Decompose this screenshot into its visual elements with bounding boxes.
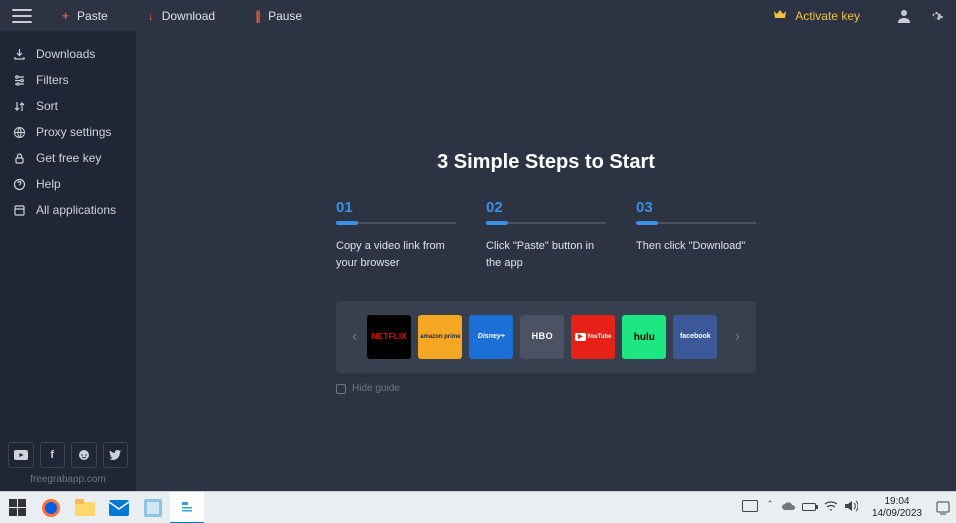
- twitter-link[interactable]: [103, 442, 129, 468]
- download-tray-icon: [10, 48, 28, 61]
- sidebar-label: All applications: [36, 203, 116, 217]
- apps-icon: [10, 204, 28, 217]
- clock-time: 19:04: [872, 496, 922, 508]
- sidebar-item-sort[interactable]: Sort: [0, 93, 136, 119]
- sidebar-item-proxy[interactable]: Proxy settings: [0, 119, 136, 145]
- download-button[interactable]: ↓ Download: [148, 9, 215, 23]
- pause-icon: ∥: [255, 9, 260, 23]
- tile-hulu[interactable]: hulu: [622, 315, 666, 359]
- tray-volume-icon[interactable]: [844, 500, 858, 515]
- taskbar-clock[interactable]: 19:04 14/09/2023: [864, 496, 930, 520]
- sidebar: Downloads Filters Sort Proxy settings Ge…: [0, 31, 136, 491]
- tile-youtube[interactable]: ▶YouTube: [571, 315, 615, 359]
- globe-icon: [10, 126, 28, 139]
- settings-icon[interactable]: [928, 8, 944, 24]
- start-button[interactable]: [0, 492, 34, 523]
- plus-icon: +: [62, 9, 69, 23]
- sliders-icon: [10, 74, 28, 87]
- taskbar-explorer[interactable]: [68, 492, 102, 523]
- taskbar-mail[interactable]: [102, 492, 136, 523]
- pause-button[interactable]: ∥ Pause: [255, 9, 302, 23]
- notifications-button[interactable]: [930, 492, 956, 523]
- tile-hbo[interactable]: HBO: [520, 315, 564, 359]
- pause-label: Pause: [268, 9, 302, 23]
- step-text: Copy a video link from your browser: [336, 238, 456, 271]
- reddit-link[interactable]: [71, 442, 97, 468]
- social-links: f: [0, 442, 136, 474]
- tray-chevron-up-icon[interactable]: ＾: [764, 499, 776, 516]
- main-content: 3 Simple Steps to Start 01 Copy a video …: [136, 31, 956, 491]
- taskbar-firefox[interactable]: [34, 492, 68, 523]
- paste-label: Paste: [77, 9, 108, 23]
- step-number: 03: [636, 199, 756, 216]
- tile-netflix[interactable]: NETFLIX: [367, 315, 411, 359]
- help-icon: [10, 178, 28, 191]
- system-tray: ＾: [736, 499, 864, 516]
- taskbar-notes[interactable]: [136, 492, 170, 523]
- sidebar-item-filters[interactable]: Filters: [0, 67, 136, 93]
- tray-keyboard-icon[interactable]: [742, 500, 758, 515]
- clock-date: 14/09/2023: [872, 508, 922, 520]
- sort-icon: [10, 100, 28, 113]
- step-number: 01: [336, 199, 456, 216]
- windows-taskbar: ＾ 19:04 14/09/2023: [0, 491, 956, 523]
- lock-icon: [10, 152, 28, 165]
- tile-facebook[interactable]: facebook: [673, 315, 717, 359]
- activate-label: Activate key: [795, 9, 860, 23]
- guide-title: 3 Simple Steps to Start: [336, 151, 756, 174]
- download-label: Download: [162, 9, 215, 23]
- sidebar-item-getkey[interactable]: Get free key: [0, 145, 136, 171]
- step-2: 02 Click "Paste" button in the app: [486, 199, 606, 271]
- tray-wifi-icon[interactable]: [824, 500, 838, 515]
- step-number: 02: [486, 199, 606, 216]
- sidebar-label: Help: [36, 177, 61, 191]
- crown-icon: [773, 8, 787, 23]
- carousel-next[interactable]: ›: [733, 328, 742, 346]
- activate-key-button[interactable]: Activate key: [773, 8, 860, 23]
- download-arrow-icon: ↓: [148, 9, 154, 23]
- sidebar-item-help[interactable]: Help: [0, 171, 136, 197]
- facebook-link[interactable]: f: [40, 442, 66, 468]
- sidebar-label: Get free key: [36, 151, 101, 165]
- footer-link[interactable]: freegrabapp.com: [0, 474, 136, 491]
- tray-battery-icon[interactable]: [802, 501, 818, 515]
- hide-guide-checkbox[interactable]: Hide guide: [336, 383, 756, 394]
- menu-toggle[interactable]: [12, 9, 32, 23]
- youtube-link[interactable]: [8, 442, 34, 468]
- tile-amazon[interactable]: amazon prime: [418, 315, 462, 359]
- sidebar-item-allapps[interactable]: All applications: [0, 197, 136, 223]
- sidebar-label: Filters: [36, 73, 69, 87]
- tile-disney[interactable]: Disney+: [469, 315, 513, 359]
- steps-row: 01 Copy a video link from your browser 0…: [336, 199, 756, 271]
- tray-onedrive-icon[interactable]: [782, 501, 796, 515]
- step-progress: [636, 222, 756, 224]
- carousel-prev[interactable]: ‹: [350, 328, 359, 346]
- taskbar-current-app[interactable]: [170, 492, 204, 523]
- step-progress: [336, 222, 456, 224]
- topbar: + Paste ↓ Download ∥ Pause Activate key: [0, 0, 956, 31]
- step-1: 01 Copy a video link from your browser: [336, 199, 456, 271]
- sidebar-label: Downloads: [36, 47, 95, 61]
- checkbox-icon: [336, 384, 346, 394]
- step-text: Click "Paste" button in the app: [486, 238, 606, 271]
- paste-button[interactable]: + Paste: [62, 9, 108, 23]
- step-progress: [486, 222, 606, 224]
- sidebar-label: Sort: [36, 99, 58, 113]
- step-3: 03 Then click "Download": [636, 199, 756, 271]
- services-carousel: ‹ NETFLIX amazon prime Disney+ HBO ▶YouT…: [336, 301, 756, 373]
- sidebar-item-downloads[interactable]: Downloads: [0, 41, 136, 67]
- step-text: Then click "Download": [636, 238, 756, 255]
- sidebar-label: Proxy settings: [36, 125, 111, 139]
- user-icon[interactable]: [896, 8, 912, 24]
- hide-guide-label: Hide guide: [352, 383, 400, 394]
